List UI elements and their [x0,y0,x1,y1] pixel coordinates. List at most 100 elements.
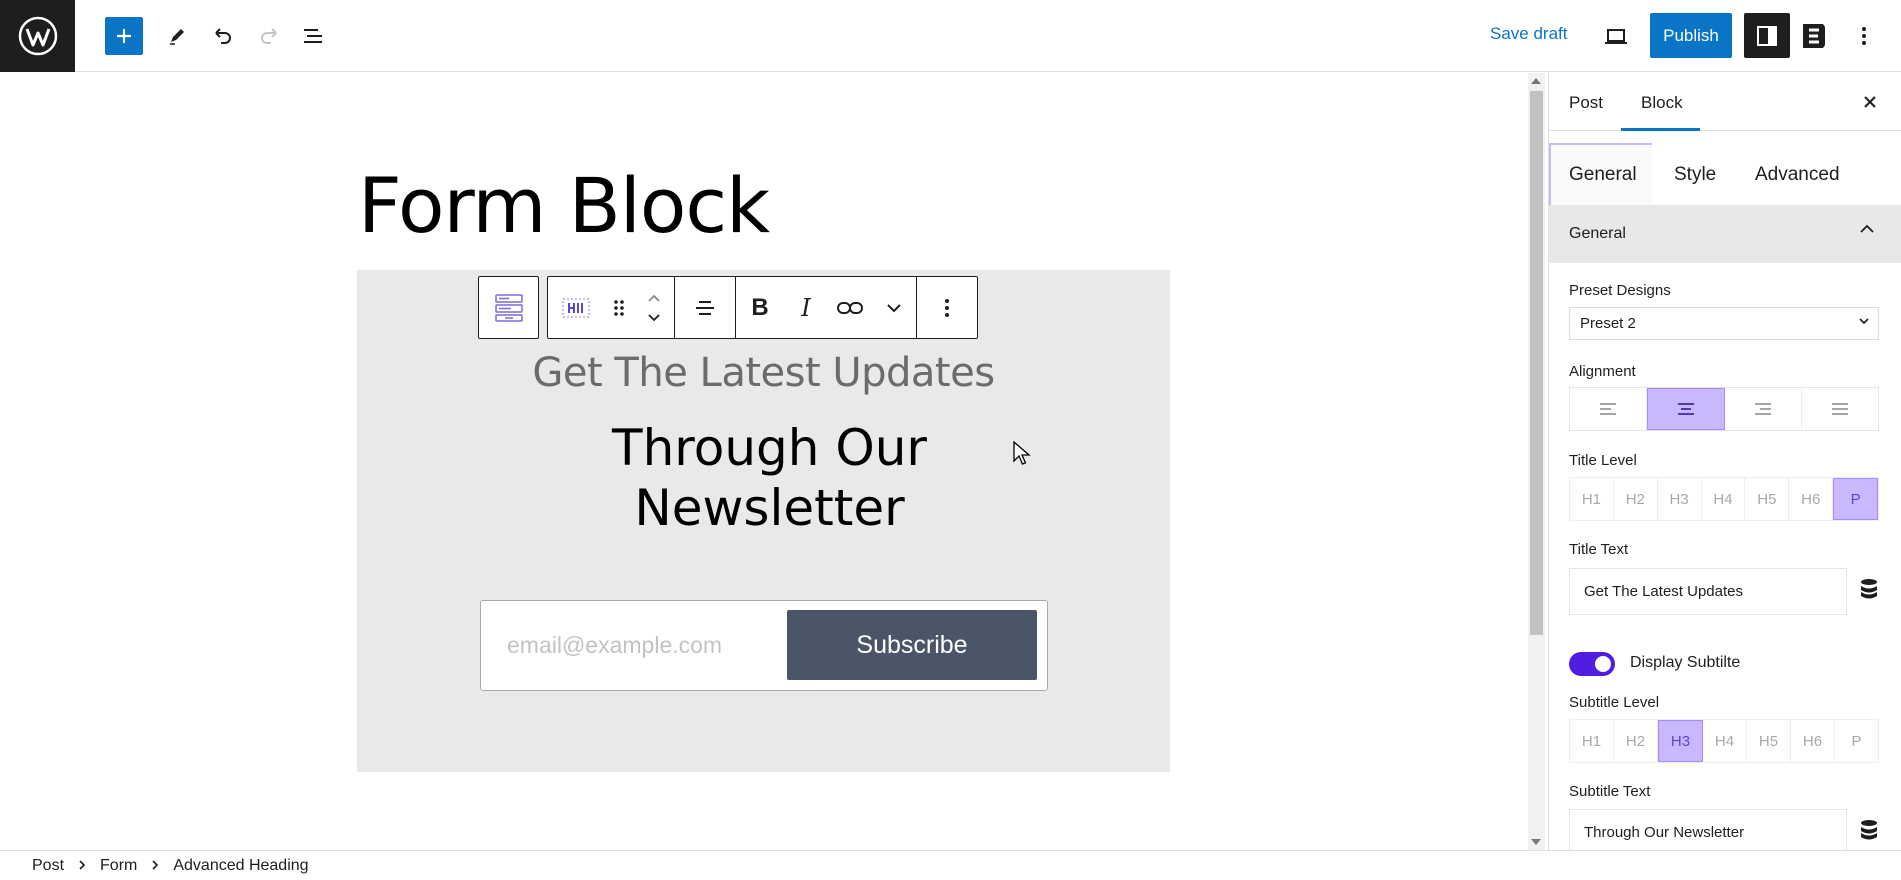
move-up-down-button[interactable] [634,278,674,338]
subtitle-level-p[interactable]: P [1835,720,1878,762]
display-subtitle-toggle[interactable] [1569,652,1615,676]
advanced-heading-icon [562,297,590,318]
undo-button[interactable] [204,17,242,55]
subtitle-level-label: Subtitle Level [1569,694,1660,711]
add-block-button[interactable] [105,17,143,55]
preview-button[interactable] [1597,17,1635,55]
wordpress-logo-icon[interactable] [0,0,75,72]
more-options-button[interactable] [1845,17,1883,55]
database-icon[interactable] [1859,578,1879,607]
preset-designs-select[interactable]: Preset 2 [1569,307,1879,340]
block-options-button[interactable] [917,278,977,338]
title-level-h4[interactable]: H4 [1702,478,1746,520]
canvas-scrollbar[interactable] [1528,73,1545,850]
bold-button[interactable]: B [736,278,784,338]
title-level-label: Title Level [1569,452,1637,469]
subtitle-level-h6[interactable]: H6 [1791,720,1835,762]
align-right-button[interactable] [1725,388,1802,430]
vertical-ellipsis-icon [1862,27,1866,45]
chevron-up-down-icon [648,294,660,321]
title-text-label: Title Text [1569,541,1629,558]
breadcrumb-item-form[interactable]: Form [100,857,137,875]
plugin-button[interactable] [1795,17,1833,55]
document-overview-button[interactable] [294,17,332,55]
tab-advanced[interactable]: Advanced [1755,164,1840,186]
block-controls-group: B I [547,276,978,339]
title-level-p[interactable]: P [1833,478,1879,520]
form-block[interactable]: Get The Latest Updates Through Our Newsl… [357,270,1170,772]
chevron-down-icon [887,303,901,312]
undo-icon [215,28,231,44]
pencil-icon [170,29,184,45]
close-icon [1864,96,1876,108]
chevron-down-icon [1858,313,1870,330]
subtitle-level-h5[interactable]: H5 [1747,720,1791,762]
title-level-h1[interactable]: H1 [1570,478,1614,520]
preset-value: Preset 2 [1580,315,1636,332]
subtitle-level-h3[interactable]: H3 [1658,720,1703,762]
save-draft-button[interactable]: Save draft [1490,24,1568,44]
scrollbar-thumb[interactable] [1530,91,1543,635]
subtitle-text-input[interactable]: Through Our Newsletter [1569,809,1847,850]
title-text-input[interactable]: Get The Latest Updates [1569,568,1847,615]
form-heading[interactable]: Through Our Newsletter [507,418,1032,538]
edit-tools-button[interactable] [158,17,196,55]
form-block-icon [494,293,523,322]
align-center-button[interactable] [1647,388,1725,430]
subtitle-level-h2[interactable]: H2 [1614,720,1658,762]
form-heading-line2: Newsletter [634,479,905,537]
chevron-right-icon [78,858,86,873]
scroll-down-arrow-icon[interactable] [1531,839,1541,845]
block-inner-tabs: General Style Advanced [1549,143,1901,205]
settings-toggle-button[interactable] [1744,13,1790,58]
alignment-label: Alignment [1569,363,1636,380]
align-justify-button[interactable] [1802,388,1878,430]
sidebar-icon [1757,25,1777,46]
parent-block-button[interactable] [478,276,539,339]
vertical-ellipsis-icon [945,298,949,317]
italic-button[interactable]: I [784,278,828,338]
mouse-cursor-icon [1013,441,1031,465]
newsletter-form: Subscribe [480,600,1048,691]
align-left-button[interactable] [1570,388,1647,430]
editor-canvas: Form Block Get The Latest Updates Throug… [0,73,1528,850]
breadcrumb-item-post[interactable]: Post [32,857,64,875]
align-button[interactable] [675,278,735,338]
tab-block[interactable]: Block [1641,93,1683,113]
email-input[interactable] [491,611,791,679]
drag-handle[interactable] [604,278,634,338]
list-view-icon [304,29,322,43]
form-subtitle[interactable]: Get The Latest Updates [357,350,1170,396]
drag-dots-icon [614,299,624,316]
link-button[interactable] [828,278,872,338]
toggle-knob [1595,656,1611,672]
publish-button[interactable]: Publish [1650,13,1732,58]
align-center-icon [696,300,714,315]
tab-post[interactable]: Post [1569,93,1603,113]
plus-icon [117,29,131,43]
align-right-icon [1755,403,1771,415]
sidebar-tabs: Post Block [1549,73,1901,131]
align-justify-icon [1832,403,1848,415]
scroll-up-arrow-icon[interactable] [1531,78,1541,84]
post-title[interactable]: Form Block [358,161,770,250]
title-level-h2[interactable]: H2 [1614,478,1658,520]
alignment-group [1569,387,1879,431]
more-rich-text-button[interactable] [872,278,916,338]
subscribe-button[interactable]: Subscribe [787,610,1037,680]
subtitle-level-h4[interactable]: H4 [1703,720,1747,762]
title-level-h3[interactable]: H3 [1658,478,1702,520]
database-icon[interactable] [1859,819,1879,848]
settings-sidebar: Post Block General Style Advanced Genera… [1548,73,1901,850]
general-panel-header[interactable]: General [1549,205,1901,263]
active-tab-indicator [1621,128,1700,131]
title-level-h5[interactable]: H5 [1745,478,1790,520]
align-left-icon [1600,403,1616,415]
block-type-button[interactable] [548,278,604,338]
subtitle-level-h1[interactable]: H1 [1570,720,1614,762]
tab-general[interactable]: General [1569,164,1637,186]
tab-style[interactable]: Style [1674,164,1716,186]
close-sidebar-button[interactable] [1862,90,1878,116]
title-level-h6[interactable]: H6 [1789,478,1834,520]
redo-button[interactable] [250,17,288,55]
